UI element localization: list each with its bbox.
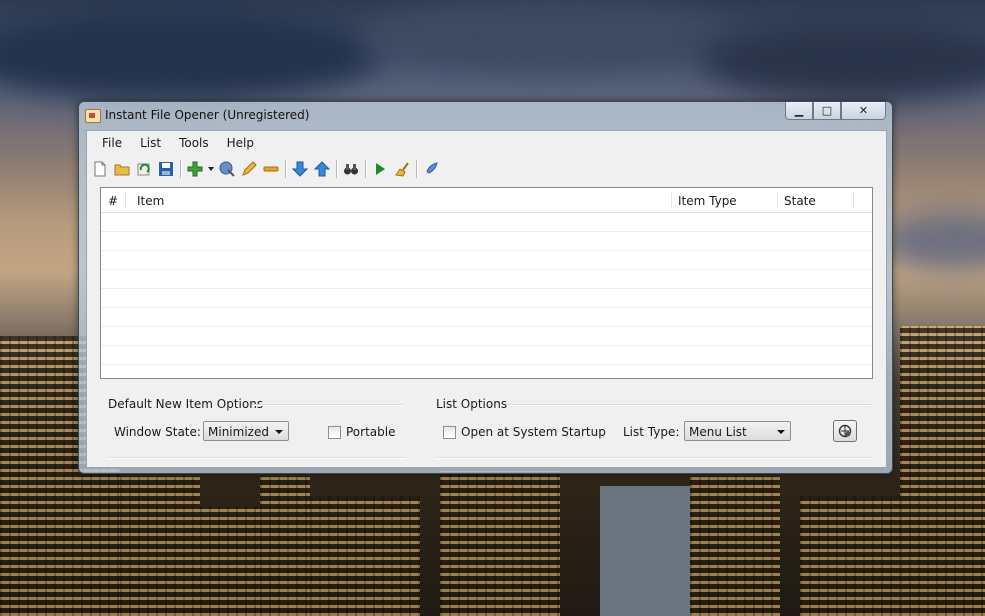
maximize-icon: □ [821, 104, 833, 117]
move-up-icon [314, 161, 330, 177]
empty-row [101, 232, 872, 251]
add-item-icon [187, 161, 203, 177]
list-type-label: List Type: [623, 425, 680, 439]
remove-item-button[interactable] [260, 158, 282, 180]
clear-broom-icon [395, 162, 409, 177]
refresh-button[interactable] [133, 158, 155, 180]
move-down-button[interactable] [289, 158, 311, 180]
remove-item-icon [263, 166, 279, 172]
run-play-icon [376, 163, 385, 175]
portable-checkbox[interactable] [328, 426, 341, 439]
column-header-state[interactable]: State [784, 194, 816, 208]
add-web-button[interactable] [216, 158, 238, 180]
toolbar-separator [336, 160, 337, 178]
list-type-value: Menu List [689, 425, 747, 439]
empty-row [101, 251, 872, 270]
new-list-button[interactable] [89, 158, 111, 180]
column-divider[interactable] [777, 192, 778, 208]
app-window: Instant File Opener (Unregistered) ▁ □ ✕… [78, 101, 893, 474]
add-web-icon [219, 161, 235, 177]
chevron-down-icon [777, 430, 785, 434]
group-divider [253, 404, 405, 405]
column-header-number[interactable]: # [108, 194, 118, 208]
toolbar-separator [365, 160, 366, 178]
open-folder-icon [114, 164, 130, 176]
menu-help[interactable]: Help [218, 131, 263, 155]
menu-tools[interactable]: Tools [170, 131, 218, 155]
find-button[interactable] [340, 158, 362, 180]
menu-bar: File List Tools Help [87, 131, 263, 155]
move-down-icon [292, 161, 308, 177]
app-icon [85, 109, 101, 123]
empty-row [101, 213, 872, 232]
toolbar-separator [285, 160, 286, 178]
group-divider [108, 457, 405, 458]
toolbar-separator [180, 160, 181, 178]
chevron-down-icon [275, 430, 283, 434]
save-icon [159, 162, 173, 176]
window-state-value: Minimized [208, 425, 269, 439]
minimize-button[interactable]: ▁ [785, 102, 813, 120]
list-type-select[interactable]: Menu List [684, 421, 791, 441]
move-up-button[interactable] [311, 158, 333, 180]
add-dropdown-arrow-icon [208, 167, 214, 171]
window-state-label: Window State: [114, 425, 201, 439]
list-header: # Item Item Type State [101, 188, 872, 213]
open-at-startup-label[interactable]: Open at System Startup [461, 425, 606, 439]
edit-pencil-icon [242, 161, 257, 176]
empty-row [101, 270, 872, 289]
list-options-label: List Options [436, 397, 508, 411]
open-at-startup-checkbox[interactable] [443, 426, 456, 439]
edit-button[interactable] [238, 158, 260, 180]
window-title: Instant File Opener (Unregistered) [105, 108, 310, 122]
settings-globe-icon [838, 424, 852, 438]
column-header-item[interactable]: Item [137, 194, 164, 208]
close-icon: ✕ [858, 104, 869, 117]
column-divider[interactable] [853, 192, 854, 208]
new-list-icon [94, 161, 106, 177]
column-divider[interactable] [671, 192, 672, 208]
window-state-select[interactable]: Minimized [203, 421, 289, 441]
group-divider [507, 404, 871, 405]
launch-button[interactable] [420, 158, 442, 180]
add-dropdown-button[interactable] [206, 158, 216, 180]
portable-label[interactable]: Portable [346, 425, 395, 439]
column-divider[interactable] [125, 192, 126, 208]
open-button[interactable] [111, 158, 133, 180]
toolbar-separator [416, 160, 417, 178]
refresh-icon [137, 163, 150, 176]
client-area: File List Tools Help # Item Item Type St… [86, 130, 887, 468]
default-new-item-options-label: Default New Item Options [108, 397, 264, 411]
empty-row [101, 289, 872, 308]
close-button[interactable]: ✕ [841, 102, 886, 120]
items-list[interactable]: # Item Item Type State [100, 187, 873, 379]
empty-row [101, 308, 872, 327]
minimize-icon: ▁ [794, 104, 804, 117]
save-button[interactable] [155, 158, 177, 180]
list-type-settings-button[interactable] [833, 420, 857, 442]
empty-row [101, 327, 872, 346]
run-button[interactable] [369, 158, 391, 180]
maximize-button[interactable]: □ [813, 102, 841, 120]
column-header-item-type[interactable]: Item Type [678, 194, 737, 208]
title-bar[interactable]: Instant File Opener (Unregistered) ▁ □ ✕ [79, 102, 892, 130]
empty-row [101, 346, 872, 365]
add-item-button[interactable] [184, 158, 206, 180]
find-binoculars-icon [344, 164, 358, 175]
group-divider [436, 457, 871, 458]
menu-file[interactable]: File [93, 131, 131, 155]
menu-list[interactable]: List [131, 131, 170, 155]
clear-button[interactable] [391, 158, 413, 180]
toolbar [89, 157, 442, 181]
launch-rocket-icon [426, 162, 438, 174]
